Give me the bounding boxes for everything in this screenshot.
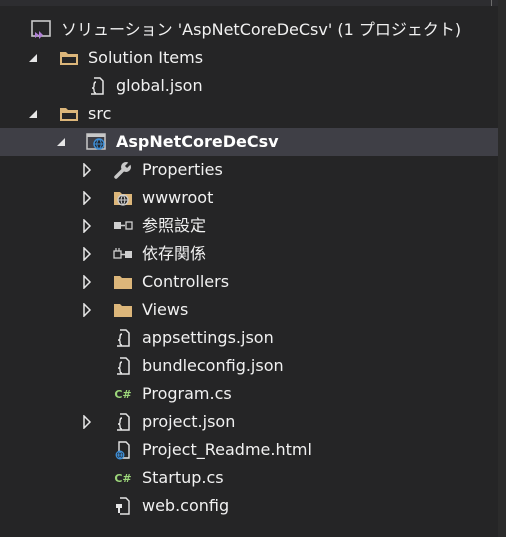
tree-item-project-readme-html[interactable]: Project_Readme.html: [0, 436, 498, 464]
collapse-arrow-icon[interactable]: [26, 100, 40, 128]
json-file-icon: [112, 352, 134, 380]
json-file-icon: [112, 408, 134, 436]
item-label: bundleconfig.json: [142, 356, 284, 375]
expand-arrow-icon[interactable]: [80, 212, 94, 240]
collapse-arrow-icon[interactable]: [54, 128, 68, 156]
tree-item-web-config[interactable]: web.config: [0, 492, 498, 520]
tree-item-startup-cs[interactable]: C# Startup.cs: [0, 464, 498, 492]
tree-item-dependencies[interactable]: 依存関係: [0, 240, 498, 268]
expand-arrow-icon[interactable]: [80, 408, 94, 436]
item-label: web.config: [142, 496, 230, 515]
csharp-file-icon: C#: [114, 387, 132, 401]
item-label: Project_Readme.html: [142, 440, 312, 459]
wrench-icon: [112, 156, 134, 184]
tree-item-views[interactable]: Views: [0, 296, 498, 324]
item-label: global.json: [116, 76, 203, 95]
html-file-icon: [112, 436, 134, 464]
csharp-file-icon: C#: [114, 471, 132, 485]
item-label: wwwroot: [142, 188, 214, 207]
solution-label: ソリューション 'AspNetCoreDeCsv' (1 プロジェクト): [61, 20, 462, 39]
item-label: Properties: [142, 160, 223, 179]
tree-item-solution[interactable]: ソリューション 'AspNetCoreDeCsv' (1 プロジェクト): [0, 16, 498, 44]
tree-item-src[interactable]: src: [0, 100, 498, 128]
dependencies-icon: [112, 240, 134, 268]
expand-arrow-icon[interactable]: [80, 268, 94, 296]
tree-item-project-json[interactable]: project.json: [0, 408, 498, 436]
item-label: Startup.cs: [142, 468, 224, 487]
tree-item-controllers[interactable]: Controllers: [0, 268, 498, 296]
tree-item-solution-items[interactable]: Solution Items: [0, 44, 498, 72]
references-icon: [112, 212, 134, 240]
solution-icon: [30, 16, 52, 44]
folder-icon: [112, 296, 134, 324]
collapse-arrow-icon[interactable]: [26, 44, 40, 72]
tree-item-wwwroot[interactable]: wwwroot: [0, 184, 498, 212]
item-label: Views: [142, 300, 189, 319]
expand-arrow-icon[interactable]: [80, 156, 94, 184]
expand-arrow-icon[interactable]: [80, 296, 94, 324]
tree-item-global-json[interactable]: global.json: [0, 72, 498, 100]
item-label: project.json: [142, 412, 236, 431]
item-label: Solution Items: [88, 48, 204, 67]
expand-arrow-icon[interactable]: [80, 240, 94, 268]
toolbar-strip: [0, 0, 506, 6]
folder-icon: [58, 44, 80, 72]
item-label: Controllers: [142, 272, 230, 291]
config-file-icon: [112, 492, 134, 520]
vertical-scrollbar[interactable]: [498, 0, 506, 537]
folder-icon: [58, 100, 80, 128]
item-label: 参照設定: [142, 216, 207, 235]
item-label: 依存関係: [142, 244, 207, 263]
web-project-icon: [86, 128, 108, 156]
tree-item-project[interactable]: AspNetCoreDeCsv: [0, 128, 498, 156]
folder-icon: [112, 268, 134, 296]
item-label: src: [88, 104, 112, 123]
item-label: AspNetCoreDeCsv: [116, 132, 279, 151]
tree-item-properties[interactable]: Properties: [0, 156, 498, 184]
tree-item-appsettings-json[interactable]: appsettings.json: [0, 324, 498, 352]
globe-folder-icon: [112, 184, 134, 212]
tree-item-program-cs[interactable]: C# Program.cs: [0, 380, 498, 408]
solution-explorer-panel: ソリューション 'AspNetCoreDeCsv' (1 プロジェクト) Sol…: [0, 0, 506, 537]
tree-item-references[interactable]: 参照設定: [0, 212, 498, 240]
json-file-icon: [86, 72, 108, 100]
item-label: appsettings.json: [142, 328, 274, 347]
item-label: Program.cs: [142, 384, 232, 403]
expand-arrow-icon[interactable]: [80, 184, 94, 212]
tree-item-bundleconfig-json[interactable]: bundleconfig.json: [0, 352, 498, 380]
toolbar-divider: [491, 0, 492, 6]
json-file-icon: [112, 324, 134, 352]
